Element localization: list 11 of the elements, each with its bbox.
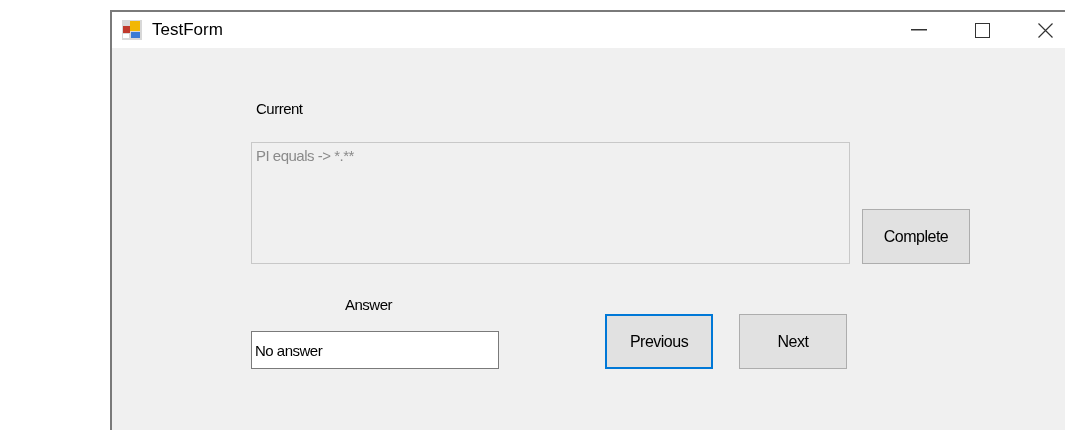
nav-button[interactable]: Previous <box>605 314 713 369</box>
maximize-icon[interactable] <box>975 22 990 38</box>
complete-button[interactable]: Complete <box>862 209 970 264</box>
app-icon <box>122 20 142 40</box>
current-label: Current <box>256 100 303 117</box>
minimize-icon[interactable] <box>911 29 927 31</box>
answer-label: Answer <box>345 296 393 313</box>
close-icon[interactable] <box>1038 22 1053 38</box>
nav-button[interactable]: Next <box>739 314 847 369</box>
window-title: TestForm <box>152 20 223 40</box>
answer-field[interactable]: No answer <box>251 331 499 369</box>
